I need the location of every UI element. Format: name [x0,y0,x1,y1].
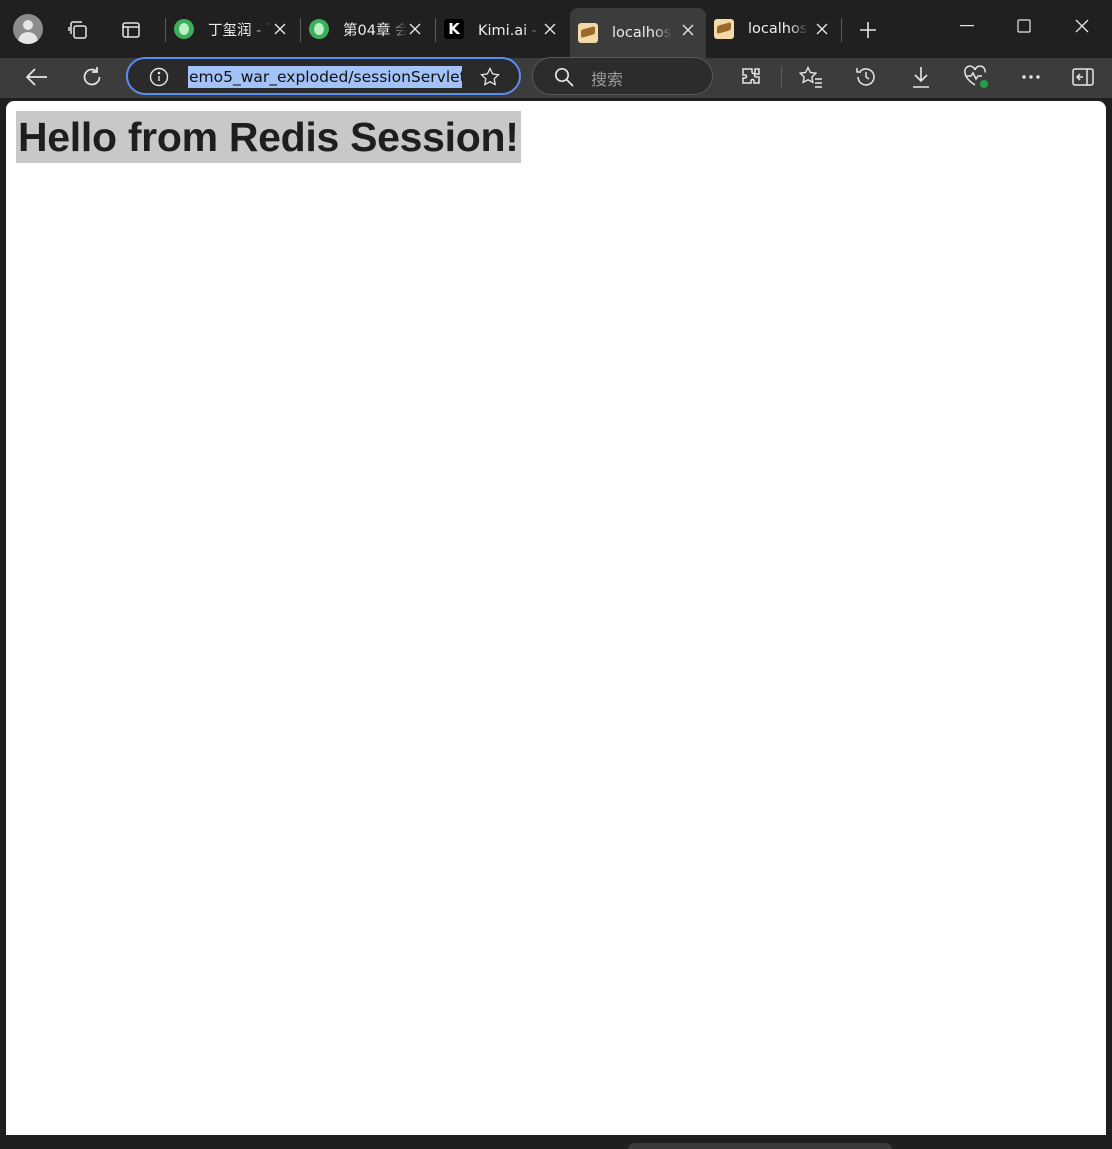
tab-feishu-doc[interactable]: 丁玺润 - 飞书云文档 [166,8,298,50]
title-bar: 丁玺润 - 飞书云文档 第04章 会话管理 K Kimi.ai - 帮你看更大的… [0,0,1112,58]
maximize-icon[interactable] [1012,14,1036,38]
refresh-icon[interactable] [79,64,105,90]
tab-label: Kimi.ai - 帮你看更大的世界 [478,22,542,39]
toolbar-separator [781,66,782,88]
browser-essentials-icon[interactable] [963,64,989,90]
tab-chapter-04[interactable]: 第04章 会话管理 [301,8,433,50]
close-icon[interactable] [678,20,698,40]
tomcat-icon [578,23,598,43]
leaf-green-icon [174,19,194,39]
close-icon[interactable] [540,19,560,39]
tab-localhost[interactable]: localhost [706,8,840,50]
minimize-icon[interactable] [955,16,979,36]
new-tab-icon[interactable] [856,18,880,42]
address-bar[interactable]: emo5_war_exploded/sessionServlet [126,57,521,95]
profile-avatar[interactable] [13,14,43,44]
url-text[interactable]: emo5_war_exploded/sessionServlet [188,66,462,88]
sidebar-toggle-icon[interactable] [1070,64,1096,90]
tab-label: localhost [612,25,672,41]
tab-localhost-active[interactable]: localhost [570,8,706,58]
close-icon[interactable] [405,19,425,39]
downloads-icon[interactable] [908,64,934,90]
page-viewport: Hello from Redis Session! [6,101,1106,1135]
tab-separator [841,18,842,42]
site-info-icon[interactable] [148,66,170,88]
search-icon [553,66,575,88]
kimi-logo-icon: K [444,19,464,39]
search-placeholder: 搜索 [591,70,624,89]
page-heading: Hello from Redis Session! [16,111,521,163]
close-icon[interactable] [270,19,290,39]
tab-label: 丁玺润 - 飞书云文档 [208,22,272,39]
search-box[interactable]: 搜索 [532,57,713,95]
tomcat-icon [714,19,734,39]
extensions-icon[interactable] [738,64,764,90]
tab-label: 第04章 会话管理 [343,22,407,39]
favorites-icon[interactable] [798,64,824,90]
window-close-icon[interactable] [1070,14,1094,38]
back-arrow-icon[interactable] [24,64,50,90]
history-icon[interactable] [853,64,879,90]
tab-kimi[interactable]: K Kimi.ai - 帮你看更大的世界 [436,8,568,50]
leaf-green-icon [309,19,329,39]
more-options-icon[interactable] [1018,64,1044,90]
favorite-star-icon[interactable] [479,66,501,88]
workspaces-icon[interactable] [66,18,90,42]
close-icon[interactable] [812,19,832,39]
vertical-tabs-icon[interactable] [119,18,143,42]
taskbar-handle [628,1143,892,1149]
tab-label: localhost [748,21,808,37]
